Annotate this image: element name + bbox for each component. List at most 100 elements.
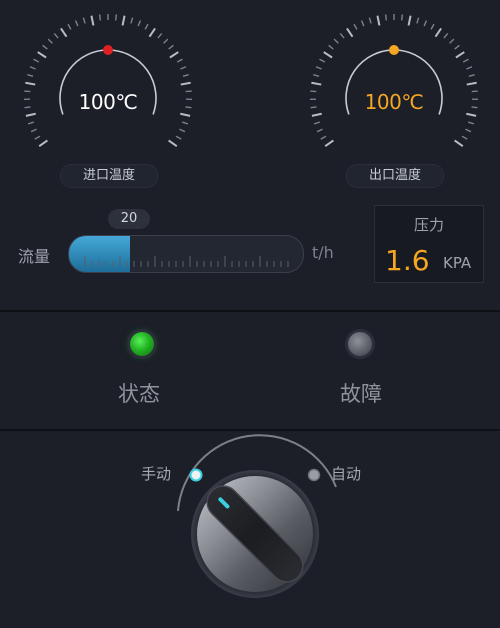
gauge-tick — [163, 38, 169, 44]
gauge-tick — [455, 51, 465, 59]
gauge-tick — [443, 32, 449, 39]
inlet-temperature-value: 100℃ — [78, 90, 138, 114]
gauge-tick — [454, 139, 464, 147]
status-label: 状态 — [118, 382, 160, 406]
gauge-tick — [98, 14, 101, 21]
gauge-tick — [137, 20, 142, 27]
gauge-tick — [384, 14, 387, 21]
outlet-temperature-gauge: 100℃ — [304, 0, 484, 160]
gauge-tick — [311, 112, 322, 117]
gauge-tick — [169, 51, 179, 59]
pressure-value: 1.6 — [385, 244, 430, 277]
gauge-tick — [47, 38, 53, 44]
gauge-tick — [180, 66, 187, 70]
gauge-tick — [181, 121, 189, 125]
gauge-tick — [90, 15, 95, 26]
gauge-tick — [416, 17, 420, 24]
inlet-temperature-gauge: 100℃ — [18, 0, 198, 160]
flow-unit: t/h — [312, 243, 334, 262]
gauge-tick — [313, 73, 320, 77]
gauge-tick — [130, 17, 134, 24]
gauge-tick — [320, 135, 327, 140]
gauge-tick — [168, 139, 178, 147]
gauge-tick — [401, 14, 404, 21]
gauge-tick — [168, 44, 174, 50]
gauge-tick — [115, 14, 118, 21]
mode-selector-knob[interactable] — [0, 431, 500, 628]
pressure-title: 压力 — [413, 216, 444, 234]
gauge-indicator-dot — [103, 45, 113, 55]
gauge-tick — [175, 135, 182, 140]
flow-bar — [68, 235, 304, 273]
gauge-tick — [313, 121, 321, 125]
gauge-tick — [82, 17, 86, 24]
gauge-tick — [144, 23, 149, 30]
flow-label: 流量 — [18, 247, 51, 266]
gauge-tick — [27, 73, 34, 77]
gauge-tick — [468, 73, 475, 77]
fault-indicator-light — [348, 332, 372, 356]
gauge-tick — [42, 44, 48, 50]
pressure-panel: 压力 1.6 KPA — [374, 205, 484, 283]
gauge-tick — [30, 128, 37, 133]
gauge-tick — [339, 32, 345, 39]
gauge-tick — [368, 17, 372, 24]
gauge-tick — [430, 23, 435, 30]
gauge-tick — [434, 27, 442, 38]
gauge-tick — [34, 135, 41, 140]
gauge-tick — [33, 58, 40, 63]
inlet-temperature-label: 进口温度 — [60, 164, 158, 188]
gauge-tick — [25, 112, 36, 117]
gauge-tick — [38, 139, 48, 147]
gauge-tick — [180, 112, 191, 117]
manual-mode-dot[interactable] — [189, 468, 203, 482]
flow-value-badge: 20 — [108, 209, 150, 229]
gauge-indicator-dot — [389, 45, 399, 55]
gauge-tick — [353, 23, 358, 30]
gauge-tick — [53, 32, 59, 39]
top-panel: 100℃ 进口温度 100℃ 出口温度 流量 20 t/h 压力 1.6 KPA — [0, 0, 500, 310]
gauge-tick — [423, 20, 428, 27]
gauge-tick — [179, 128, 186, 133]
gauge-tick — [176, 58, 183, 63]
outlet-gauge-dial — [309, 14, 479, 147]
gauge-tick — [315, 66, 322, 70]
mode-switch-panel: 手动 自动 — [0, 431, 500, 628]
gauge-tick — [376, 15, 381, 26]
gauge-tick — [182, 73, 189, 77]
gauge-tick — [328, 44, 334, 50]
gauge-tick — [324, 139, 334, 147]
gauge-tick — [466, 112, 477, 117]
gauge-tick — [346, 27, 354, 38]
auto-mode-dot[interactable] — [307, 468, 321, 482]
gauge-tick — [467, 121, 475, 125]
gauge-tick — [466, 66, 473, 70]
gauge-tick — [462, 58, 469, 63]
indicator-panel: 状态 故障 — [0, 312, 500, 429]
flow-bar-ticks — [84, 256, 289, 267]
outlet-temperature-value: 100℃ — [364, 90, 424, 114]
pressure-unit: KPA — [443, 254, 472, 272]
fault-label: 故障 — [340, 382, 382, 406]
gauge-tick — [360, 20, 365, 27]
gauge-tick — [27, 121, 35, 125]
gauge-tick — [25, 81, 36, 86]
gauge-tick — [148, 27, 156, 38]
gauge-tick — [121, 15, 126, 26]
gauge-tick — [465, 128, 472, 133]
gauge-tick — [180, 81, 191, 86]
gauge-tick — [323, 51, 333, 59]
gauge-tick — [37, 51, 47, 59]
status-indicator-light — [130, 332, 154, 356]
gauge-tick — [67, 23, 72, 30]
gauge-tick — [461, 135, 468, 140]
gauge-tick — [319, 58, 326, 63]
gauge-tick — [333, 38, 339, 44]
gauge-tick — [449, 38, 455, 44]
gauge-tick — [454, 44, 460, 50]
outlet-temperature-label: 出口温度 — [346, 164, 444, 188]
gauge-tick — [74, 20, 79, 27]
gauge-tick — [311, 81, 322, 86]
gauge-tick — [407, 15, 412, 26]
inlet-gauge-dial — [23, 14, 193, 147]
